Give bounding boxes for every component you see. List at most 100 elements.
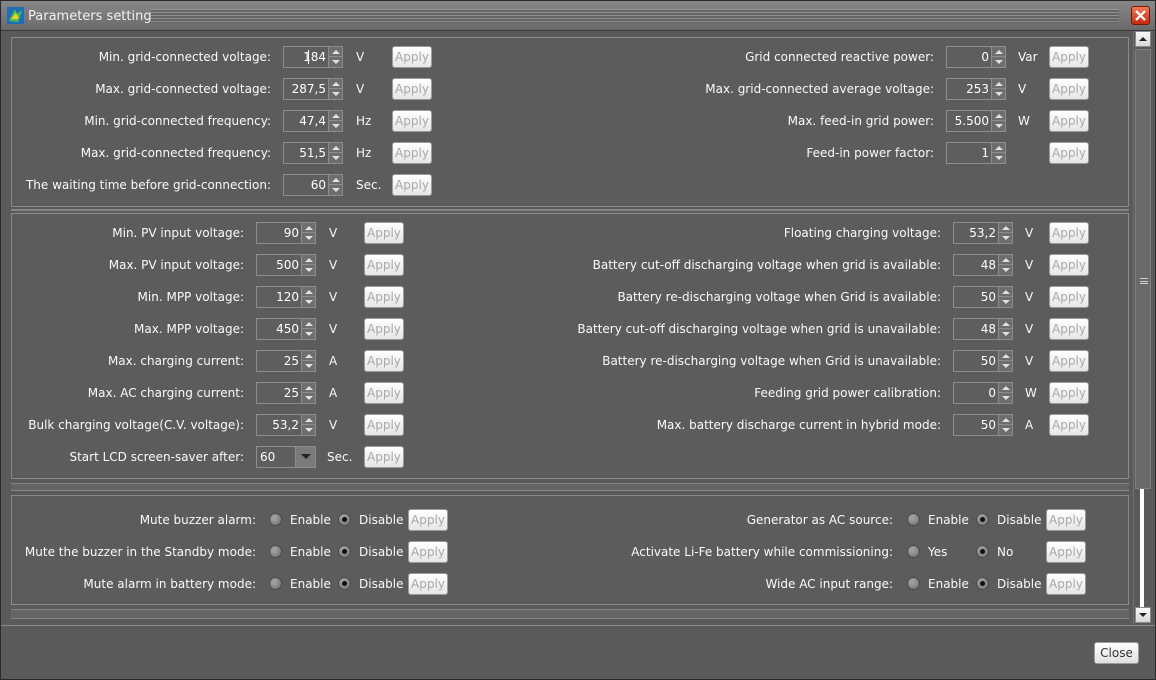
- spinner-down-icon[interactable]: [999, 297, 1012, 307]
- pv-right-spinner[interactable]: 50: [953, 350, 1013, 372]
- pv-left-spinner[interactable]: 25: [256, 382, 316, 404]
- lcd-saver-select[interactable]: 60: [256, 446, 316, 468]
- pv-left-apply-button[interactable]: Apply: [364, 382, 404, 404]
- grid-left-value[interactable]: 51,5: [286, 146, 326, 160]
- pv-left-apply-button[interactable]: Apply: [364, 414, 404, 436]
- toggle-left-apply-button[interactable]: Apply: [408, 573, 448, 595]
- grid-right-value[interactable]: 0: [949, 50, 989, 64]
- pv-left-value[interactable]: 450: [259, 322, 299, 336]
- pv-right-spinner[interactable]: 0: [953, 382, 1013, 404]
- grid-right-spinner[interactable]: 253: [946, 78, 1006, 100]
- spinner-down-icon[interactable]: [999, 265, 1012, 275]
- grid-right-apply-button[interactable]: Apply: [1049, 110, 1089, 132]
- toggle-left-apply-button[interactable]: Apply: [408, 509, 448, 531]
- pv-left-apply-button[interactable]: Apply: [364, 350, 404, 372]
- spinner-up-icon[interactable]: [992, 47, 1005, 57]
- toggle-left-option1-label[interactable]: Enable: [290, 577, 331, 591]
- pv-left-spinner[interactable]: 90: [256, 222, 316, 244]
- pv-right-value[interactable]: 53,2: [956, 226, 996, 240]
- toggle-right-option1-label[interactable]: Yes: [928, 545, 947, 559]
- spinner-down-icon[interactable]: [999, 329, 1012, 339]
- toggle-left-option2-radio[interactable]: [338, 577, 351, 590]
- toggle-left-option2-label[interactable]: Disable: [359, 513, 404, 527]
- grid-right-apply-button[interactable]: Apply: [1049, 46, 1089, 68]
- toggle-right-option1-radio[interactable]: [907, 513, 920, 526]
- pv-left-spinner[interactable]: 450: [256, 318, 316, 340]
- pv-right-spinner[interactable]: 48: [953, 254, 1013, 276]
- pv-left-value[interactable]: 500: [259, 258, 299, 272]
- spinner-up-icon[interactable]: [329, 175, 342, 185]
- grid-right-value[interactable]: 5.500: [949, 114, 989, 128]
- spinner-down-icon[interactable]: [999, 393, 1012, 403]
- toggle-right-option1-label[interactable]: Enable: [928, 577, 969, 591]
- grid-left-apply-button[interactable]: Apply: [392, 142, 432, 164]
- spinner-up-icon[interactable]: [992, 79, 1005, 89]
- spinner-arrows[interactable]: [998, 319, 1012, 339]
- spinner-arrows[interactable]: [998, 351, 1012, 371]
- spinner-down-icon[interactable]: [302, 361, 315, 371]
- toggle-right-option2-label[interactable]: Disable: [997, 577, 1042, 591]
- vertical-scrollbar[interactable]: [1133, 31, 1151, 625]
- spinner-up-icon[interactable]: [329, 111, 342, 121]
- pv-left-spinner[interactable]: 25: [256, 350, 316, 372]
- grid-left-value[interactable]: 60: [286, 178, 326, 192]
- toggle-right-option2-radio[interactable]: [976, 545, 989, 558]
- spinner-down-icon[interactable]: [329, 89, 342, 99]
- scroll-down-button[interactable]: [1135, 607, 1151, 623]
- spinner-down-icon[interactable]: [302, 393, 315, 403]
- grid-left-value[interactable]: 47,4: [286, 114, 326, 128]
- grid-left-apply-button[interactable]: Apply: [392, 174, 432, 196]
- toggle-right-option1-radio[interactable]: [907, 545, 920, 558]
- pv-right-apply-button[interactable]: Apply: [1049, 286, 1089, 308]
- spinner-arrows[interactable]: [328, 175, 342, 195]
- pv-right-apply-button[interactable]: Apply: [1049, 350, 1089, 372]
- spinner-arrows[interactable]: [328, 79, 342, 99]
- spinner-up-icon[interactable]: [302, 319, 315, 329]
- spinner-arrows[interactable]: [991, 47, 1005, 67]
- spinner-up-icon[interactable]: [992, 143, 1005, 153]
- spinner-up-icon[interactable]: [329, 47, 342, 57]
- pv-right-spinner[interactable]: 50: [953, 286, 1013, 308]
- spinner-down-icon[interactable]: [302, 425, 315, 435]
- pv-right-value[interactable]: 48: [956, 258, 996, 272]
- spinner-up-icon[interactable]: [329, 79, 342, 89]
- spinner-up-icon[interactable]: [999, 223, 1012, 233]
- spinner-arrows[interactable]: [301, 319, 315, 339]
- toggle-right-option2-radio[interactable]: [976, 513, 989, 526]
- pv-left-apply-button[interactable]: Apply: [364, 254, 404, 276]
- spinner-up-icon[interactable]: [999, 319, 1012, 329]
- toggle-right-option2-label[interactable]: Disable: [997, 513, 1042, 527]
- pv-right-apply-button[interactable]: Apply: [1049, 254, 1089, 276]
- spinner-down-icon[interactable]: [329, 153, 342, 163]
- spinner-up-icon[interactable]: [999, 351, 1012, 361]
- spinner-arrows[interactable]: [301, 383, 315, 403]
- spinner-down-icon[interactable]: [329, 185, 342, 195]
- toggle-left-option2-label[interactable]: Disable: [359, 545, 404, 559]
- pv-left-value[interactable]: 25: [259, 354, 299, 368]
- spinner-up-icon[interactable]: [302, 351, 315, 361]
- spinner-arrows[interactable]: [991, 111, 1005, 131]
- pv-right-value[interactable]: 50: [956, 354, 996, 368]
- scroll-thumb[interactable]: [1135, 49, 1151, 489]
- grid-left-spinner[interactable]: 287,5: [283, 78, 343, 100]
- spinner-arrows[interactable]: [301, 255, 315, 275]
- spinner-down-icon[interactable]: [329, 57, 342, 67]
- spinner-up-icon[interactable]: [302, 287, 315, 297]
- spinner-up-icon[interactable]: [999, 287, 1012, 297]
- spinner-up-icon[interactable]: [992, 111, 1005, 121]
- grid-left-apply-button[interactable]: Apply: [392, 78, 432, 100]
- toggle-right-apply-button[interactable]: Apply: [1046, 541, 1086, 563]
- spinner-up-icon[interactable]: [999, 255, 1012, 265]
- spinner-up-icon[interactable]: [302, 223, 315, 233]
- toggle-left-option1-label[interactable]: Enable: [290, 545, 331, 559]
- spinner-arrows[interactable]: [301, 351, 315, 371]
- title-bar[interactable]: Parameters setting: [1, 1, 1155, 31]
- grid-right-apply-button[interactable]: Apply: [1049, 78, 1089, 100]
- grid-right-value[interactable]: 253: [949, 82, 989, 96]
- chevron-down-icon[interactable]: [295, 447, 315, 467]
- spinner-arrows[interactable]: [998, 255, 1012, 275]
- toggle-right-option1-label[interactable]: Enable: [928, 513, 969, 527]
- spinner-down-icon[interactable]: [999, 425, 1012, 435]
- spinner-arrows[interactable]: [301, 415, 315, 435]
- pv-left-spinner[interactable]: 500: [256, 254, 316, 276]
